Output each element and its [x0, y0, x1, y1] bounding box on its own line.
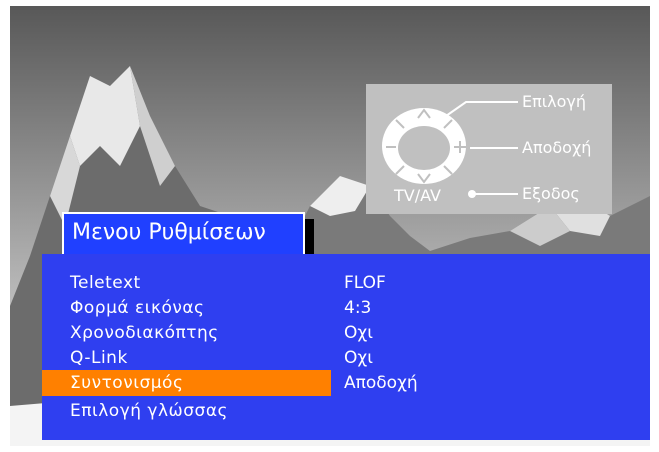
- menu-item-label: Συντονισμός: [70, 373, 184, 393]
- menu-item-label: Φορμά εικόνας: [70, 298, 205, 318]
- menu-item-value: Αποδοχή: [344, 373, 418, 393]
- menu-item-timer[interactable]: Χρονοδιακόπτης Οχι: [42, 320, 650, 346]
- menu-item-label: Χρονοδιακόπτης: [70, 323, 219, 343]
- menu-item-label: Q-Link: [70, 348, 128, 368]
- select-hint-label: Επιλογή: [522, 92, 587, 111]
- menu-item-tuning[interactable]: Συντονισμός Αποδοχή: [42, 370, 650, 396]
- menu-item-label: Teletext: [70, 273, 141, 293]
- accept-hint-label: Αποδοχή: [522, 138, 592, 157]
- menu-item-value: Οχι: [344, 348, 373, 368]
- menu-item-value: FLOF: [344, 273, 386, 293]
- menu-item-value: Οχι: [344, 323, 373, 343]
- tv-screen: Επιλογή Αποδοχή Εξοδος TV/AV Μενου Ρυθμί…: [10, 6, 650, 446]
- menu-item-picture-format[interactable]: Φορμά εικόνας 4:3: [42, 295, 650, 321]
- menu-item-q-link[interactable]: Q-Link Οχι: [42, 345, 650, 371]
- tv-av-label: TV/AV: [394, 186, 441, 205]
- menu-item-value: 4:3: [344, 298, 372, 318]
- menu-item-teletext[interactable]: Teletext FLOF: [42, 270, 650, 296]
- settings-menu: Teletext FLOF Φορμά εικόνας 4:3 Χρονοδια…: [42, 254, 650, 440]
- exit-hint-label: Εξοδος: [522, 184, 580, 203]
- remote-help-panel: Επιλογή Αποδοχή Εξοδος TV/AV: [366, 84, 612, 214]
- menu-title: Μενου Ρυθμίσεων: [62, 212, 305, 256]
- menu-item-label: Επιλογή γλώσσας: [70, 401, 229, 421]
- menu-item-language[interactable]: Επιλογή γλώσσας: [42, 398, 650, 424]
